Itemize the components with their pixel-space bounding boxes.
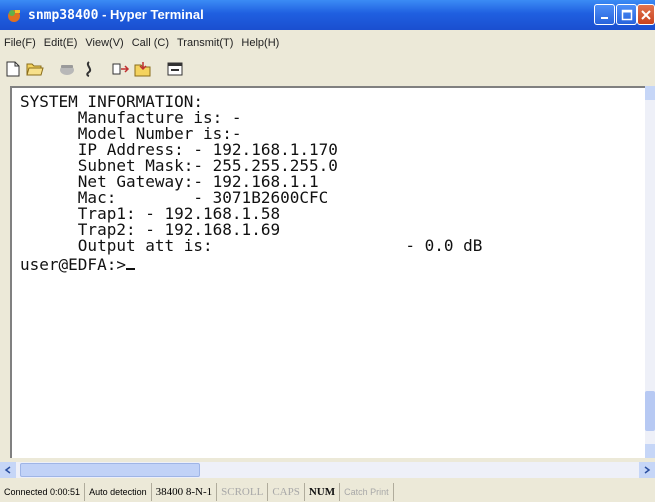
toolbar bbox=[0, 56, 655, 82]
send-icon[interactable] bbox=[112, 60, 130, 78]
status-caps: CAPS bbox=[268, 483, 305, 501]
menu-help[interactable]: Help(H) bbox=[237, 37, 283, 49]
terminal-prompt: user@EDFA:> bbox=[20, 255, 126, 274]
status-port-settings: 38400 8-N-1 bbox=[152, 483, 218, 501]
scroll-right-icon[interactable] bbox=[639, 462, 655, 478]
menu-transmit[interactable]: Transmit(T) bbox=[173, 37, 237, 49]
menu-call[interactable]: Call (C) bbox=[128, 37, 173, 49]
hyperterminal-app-icon[interactable] bbox=[6, 7, 22, 23]
status-print: Print bbox=[370, 487, 389, 497]
status-catch: Catch bbox=[344, 487, 368, 497]
menu-file[interactable]: File(F) bbox=[0, 37, 40, 49]
title-bar: snmp38400 - Hyper Terminal bbox=[0, 0, 655, 30]
status-bar: Connected 0:00:51 Auto detection 38400 8… bbox=[0, 482, 655, 502]
new-document-icon[interactable] bbox=[4, 60, 22, 78]
phone-icon[interactable] bbox=[58, 60, 76, 78]
menu-view[interactable]: View(V) bbox=[81, 37, 127, 49]
status-scroll: SCROLL bbox=[217, 483, 269, 501]
receive-icon[interactable] bbox=[134, 60, 152, 78]
vertical-scrollbar[interactable] bbox=[645, 86, 655, 458]
menu-bar: File(F) Edit(E) View(V) Call (C) Transmi… bbox=[0, 33, 655, 53]
window-title-session: snmp38400 bbox=[28, 8, 99, 23]
close-button[interactable] bbox=[637, 4, 655, 25]
minimize-button[interactable] bbox=[594, 4, 615, 25]
menu-edit[interactable]: Edit(E) bbox=[40, 37, 82, 49]
text-cursor bbox=[125, 254, 135, 270]
vertical-scroll-thumb[interactable] bbox=[645, 391, 655, 431]
open-folder-icon[interactable] bbox=[26, 60, 44, 78]
horizontal-scrollbar[interactable] bbox=[0, 462, 655, 478]
horizontal-scroll-thumb[interactable] bbox=[20, 463, 200, 477]
terminal-line: Output att is: - 0.0 dB bbox=[20, 236, 483, 255]
window-title-app: - Hyper Terminal bbox=[98, 7, 204, 22]
terminal-output: SYSTEM INFORMATION: Manufacture is: - Mo… bbox=[20, 94, 482, 273]
window-title: snmp38400 - Hyper Terminal bbox=[28, 7, 204, 23]
maximize-button[interactable] bbox=[616, 4, 637, 25]
scroll-up-icon[interactable] bbox=[645, 86, 655, 100]
status-connected-time: Connected 0:00:51 bbox=[0, 483, 86, 501]
disconnect-icon[interactable] bbox=[80, 60, 98, 78]
status-num: NUM bbox=[305, 483, 341, 501]
terminal-window[interactable]: SYSTEM INFORMATION: Manufacture is: - Mo… bbox=[10, 86, 655, 458]
properties-icon[interactable] bbox=[166, 60, 184, 78]
status-detection: Auto detection bbox=[85, 483, 152, 501]
scroll-left-icon[interactable] bbox=[0, 462, 16, 478]
status-capture: Catch Print bbox=[340, 483, 394, 501]
scroll-down-icon[interactable] bbox=[645, 444, 655, 458]
